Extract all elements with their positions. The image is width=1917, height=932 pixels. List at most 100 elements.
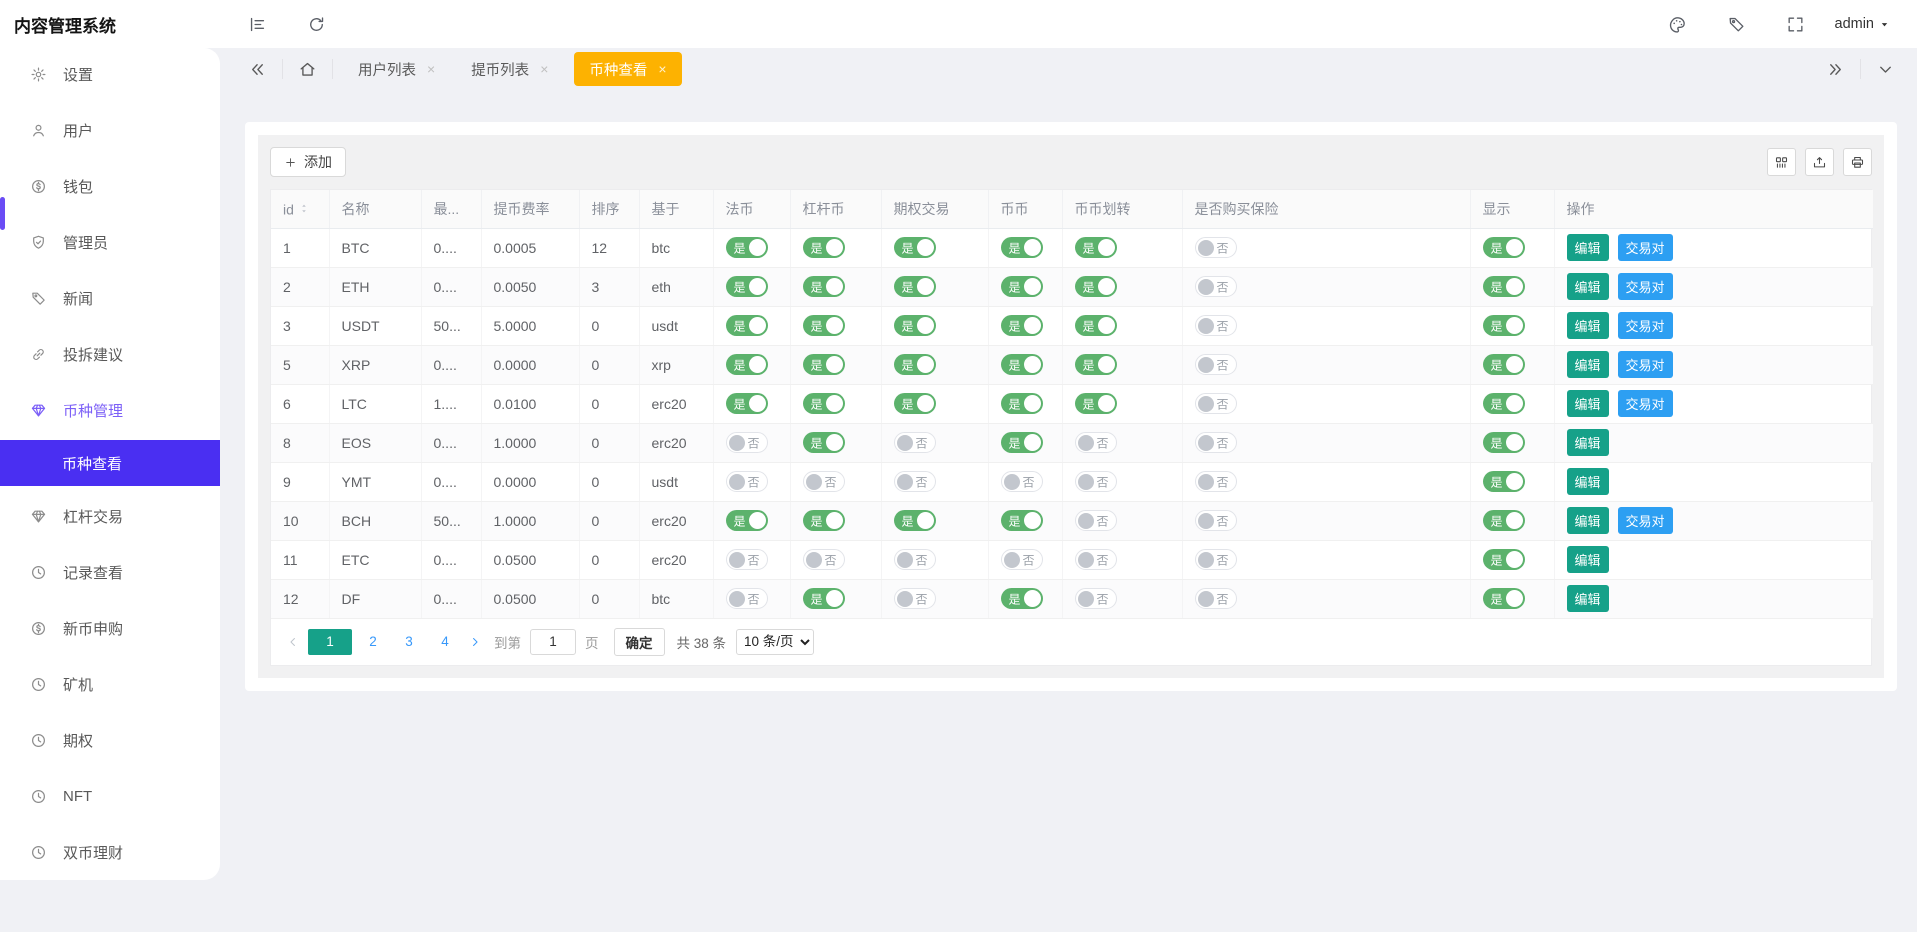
collapse-sidebar-icon[interactable] bbox=[248, 15, 267, 34]
page-number-button[interactable]: 4 bbox=[430, 629, 460, 655]
refresh-icon[interactable] bbox=[307, 15, 326, 34]
display-toggle[interactable]: 是 bbox=[1483, 588, 1525, 609]
trading-pair-button[interactable]: 交易对 bbox=[1618, 273, 1673, 300]
edit-button[interactable]: 编辑 bbox=[1567, 507, 1609, 534]
sidebar-item[interactable]: 矿机 bbox=[0, 658, 220, 710]
print-button[interactable] bbox=[1843, 148, 1872, 176]
options-trading-toggle[interactable]: 是 bbox=[894, 276, 936, 297]
trading-pair-button[interactable]: 交易对 bbox=[1618, 234, 1673, 261]
fiat-toggle[interactable]: 是 bbox=[726, 276, 768, 297]
spot-trading-toggle[interactable]: 是 bbox=[1001, 510, 1043, 531]
sort-icon[interactable] bbox=[298, 201, 310, 216]
tabs-scroll-right-icon[interactable] bbox=[1826, 60, 1845, 79]
leverage-coin-toggle[interactable]: 是 bbox=[803, 588, 845, 609]
edit-button[interactable]: 编辑 bbox=[1567, 585, 1609, 612]
fiat-toggle[interactable]: 否 bbox=[726, 549, 768, 570]
next-page-icon[interactable] bbox=[463, 629, 487, 655]
coin-transfer-toggle[interactable]: 是 bbox=[1075, 354, 1117, 375]
trading-pair-button[interactable]: 交易对 bbox=[1618, 390, 1673, 417]
tab-item[interactable]: 用户列表× bbox=[348, 48, 445, 90]
coin-transfer-toggle[interactable]: 否 bbox=[1075, 510, 1117, 531]
coin-transfer-toggle[interactable]: 是 bbox=[1075, 237, 1117, 258]
sidebar-item[interactable]: 设置 bbox=[0, 48, 220, 100]
add-button[interactable]: 添加 bbox=[270, 147, 346, 177]
insurance-toggle[interactable]: 否 bbox=[1195, 588, 1237, 609]
edit-button[interactable]: 编辑 bbox=[1567, 468, 1609, 495]
spot-trading-toggle[interactable]: 是 bbox=[1001, 315, 1043, 336]
user-menu[interactable]: admin bbox=[1835, 16, 1892, 32]
page-number-button[interactable]: 1 bbox=[308, 629, 352, 655]
options-trading-toggle[interactable]: 否 bbox=[894, 588, 936, 609]
fiat-toggle[interactable]: 是 bbox=[726, 510, 768, 531]
edit-button[interactable]: 编辑 bbox=[1567, 351, 1609, 378]
tab-item[interactable]: 提币列表× bbox=[461, 48, 558, 90]
edit-button[interactable]: 编辑 bbox=[1567, 273, 1609, 300]
leverage-coin-toggle[interactable]: 是 bbox=[803, 315, 845, 336]
options-trading-toggle[interactable]: 是 bbox=[894, 510, 936, 531]
fullscreen-icon[interactable] bbox=[1786, 15, 1805, 34]
insurance-toggle[interactable]: 否 bbox=[1195, 315, 1237, 336]
fiat-toggle[interactable]: 是 bbox=[726, 354, 768, 375]
sidebar-item[interactable]: 用户 bbox=[0, 104, 220, 156]
options-trading-toggle[interactable]: 否 bbox=[894, 549, 936, 570]
fiat-toggle[interactable]: 是 bbox=[726, 393, 768, 414]
fiat-toggle[interactable]: 否 bbox=[726, 588, 768, 609]
coin-transfer-toggle[interactable]: 否 bbox=[1075, 471, 1117, 492]
columns-button[interactable] bbox=[1767, 148, 1796, 176]
spot-trading-toggle[interactable]: 是 bbox=[1001, 393, 1043, 414]
sidebar-item[interactable]: NFT bbox=[0, 770, 220, 822]
page-number-button[interactable]: 2 bbox=[358, 629, 388, 655]
coin-transfer-toggle[interactable]: 是 bbox=[1075, 276, 1117, 297]
insurance-toggle[interactable]: 否 bbox=[1195, 471, 1237, 492]
sidebar-item[interactable]: 期权 bbox=[0, 714, 220, 766]
sidebar-item[interactable]: 双币理财 bbox=[0, 826, 220, 878]
options-trading-toggle[interactable]: 否 bbox=[894, 432, 936, 453]
page-size-select[interactable]: 10 条/页 bbox=[736, 629, 814, 655]
leverage-coin-toggle[interactable]: 是 bbox=[803, 276, 845, 297]
trading-pair-button[interactable]: 交易对 bbox=[1618, 507, 1673, 534]
theme-palette-icon[interactable] bbox=[1668, 15, 1687, 34]
insurance-toggle[interactable]: 否 bbox=[1195, 237, 1237, 258]
options-trading-toggle[interactable]: 是 bbox=[894, 354, 936, 375]
spot-trading-toggle[interactable]: 否 bbox=[1001, 549, 1043, 570]
trading-pair-button[interactable]: 交易对 bbox=[1618, 351, 1673, 378]
trading-pair-button[interactable]: 交易对 bbox=[1618, 312, 1673, 339]
display-toggle[interactable]: 是 bbox=[1483, 432, 1525, 453]
leverage-coin-toggle[interactable]: 是 bbox=[803, 432, 845, 453]
home-tab-icon[interactable] bbox=[298, 60, 317, 79]
leverage-coin-toggle[interactable]: 是 bbox=[803, 510, 845, 531]
insurance-toggle[interactable]: 否 bbox=[1195, 432, 1237, 453]
tab-item[interactable]: 币种查看× bbox=[574, 52, 681, 86]
coin-transfer-toggle[interactable]: 否 bbox=[1075, 432, 1117, 453]
insurance-toggle[interactable]: 否 bbox=[1195, 510, 1237, 531]
edit-button[interactable]: 编辑 bbox=[1567, 546, 1609, 573]
edit-button[interactable]: 编辑 bbox=[1567, 234, 1609, 261]
display-toggle[interactable]: 是 bbox=[1483, 315, 1525, 336]
sidebar-item[interactable]: 记录查看 bbox=[0, 546, 220, 598]
sidebar-item[interactable]: 杠杆交易 bbox=[0, 490, 220, 542]
sidebar-subitem-active[interactable]: 币种查看 bbox=[0, 440, 220, 486]
spot-trading-toggle[interactable]: 是 bbox=[1001, 276, 1043, 297]
insurance-toggle[interactable]: 否 bbox=[1195, 393, 1237, 414]
insurance-toggle[interactable]: 否 bbox=[1195, 354, 1237, 375]
fiat-toggle[interactable]: 否 bbox=[726, 471, 768, 492]
leverage-coin-toggle[interactable]: 否 bbox=[803, 471, 845, 492]
spot-trading-toggle[interactable]: 是 bbox=[1001, 432, 1043, 453]
fiat-toggle[interactable]: 是 bbox=[726, 237, 768, 258]
leverage-coin-toggle[interactable]: 是 bbox=[803, 393, 845, 414]
tag-icon[interactable] bbox=[1727, 15, 1746, 34]
coin-transfer-toggle[interactable]: 是 bbox=[1075, 393, 1117, 414]
coin-transfer-toggle[interactable]: 否 bbox=[1075, 588, 1117, 609]
insurance-toggle[interactable]: 否 bbox=[1195, 549, 1237, 570]
display-toggle[interactable]: 是 bbox=[1483, 471, 1525, 492]
display-toggle[interactable]: 是 bbox=[1483, 510, 1525, 531]
sidebar-item[interactable]: 钱包 bbox=[0, 160, 220, 212]
coin-transfer-toggle[interactable]: 否 bbox=[1075, 549, 1117, 570]
spot-trading-toggle[interactable]: 是 bbox=[1001, 237, 1043, 258]
fiat-toggle[interactable]: 否 bbox=[726, 432, 768, 453]
display-toggle[interactable]: 是 bbox=[1483, 393, 1525, 414]
sidebar-item[interactable]: 新币申购 bbox=[0, 602, 220, 654]
insurance-toggle[interactable]: 否 bbox=[1195, 276, 1237, 297]
leverage-coin-toggle[interactable]: 是 bbox=[803, 237, 845, 258]
display-toggle[interactable]: 是 bbox=[1483, 237, 1525, 258]
